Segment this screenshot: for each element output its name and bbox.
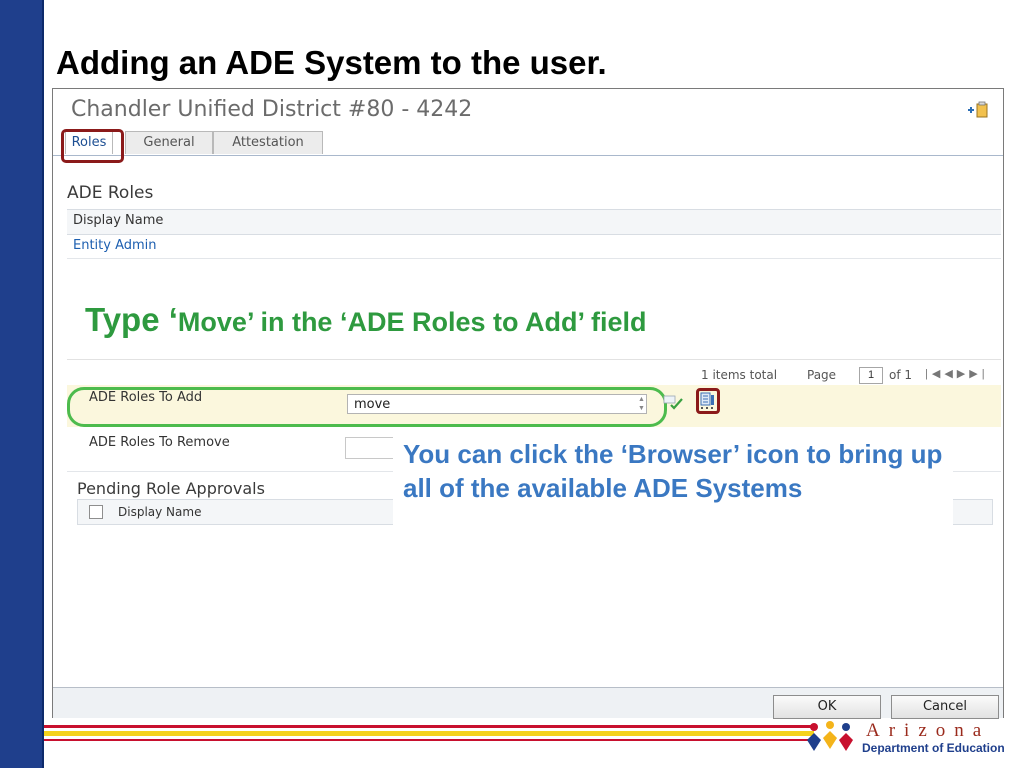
page-number-input[interactable]: 1: [859, 367, 883, 384]
roles-to-remove-label: ADE Roles To Remove: [89, 435, 230, 450]
pager-prev-icon[interactable]: ◀: [944, 368, 956, 380]
tab-general[interactable]: General: [125, 131, 213, 154]
pager-last-icon[interactable]: ▶|: [969, 368, 988, 380]
footer-stripe-red: [44, 725, 814, 728]
instruction-type-word: Type ‘: [85, 301, 178, 338]
table-row: Entity Admin: [67, 234, 1001, 259]
window-title: Chandler Unified District #80 - 4242: [71, 97, 473, 122]
tab-attestation[interactable]: Attestation: [213, 131, 323, 154]
arizona-logo-icon: [807, 721, 853, 751]
instruction-rest: Move’ in the ‘ADE Roles to Add’ field: [177, 307, 647, 337]
roles-to-add-highlight: [67, 387, 667, 427]
footer-stripe-yellow: [44, 731, 814, 736]
pager-nav-icons[interactable]: |◀◀▶▶|: [925, 367, 989, 380]
page-of-label: of 1: [889, 368, 913, 382]
pending-display-name-column-header[interactable]: Display Name: [118, 505, 201, 519]
items-total: 1 items total: [701, 368, 778, 382]
add-item-icon[interactable]: [967, 101, 989, 119]
browser-icon[interactable]: [696, 388, 720, 414]
callout-text: You can click the ‘Browser’ icon to brin…: [403, 439, 943, 503]
pager-next-icon[interactable]: ▶: [957, 368, 969, 380]
pager: 1 items total Page 1 of 1 |◀◀▶▶|: [67, 359, 1001, 386]
ade-roles-grid-header: Display Name: [67, 209, 1001, 235]
instruction-text: Type ‘Move’ in the ‘ADE Roles to Add’ fi…: [85, 301, 646, 339]
footer-stripe-red-lower: [44, 739, 814, 741]
check-icon[interactable]: [663, 393, 685, 411]
roles-to-remove-input[interactable]: [345, 437, 399, 459]
user-dialog-window: Chandler Unified District #80 - 4242 Rol…: [52, 88, 1004, 719]
slide-title: Adding an ADE System to the user.: [56, 44, 607, 81]
ok-button[interactable]: OK: [773, 695, 881, 719]
pending-approvals-heading: Pending Role Approvals: [77, 479, 265, 498]
logo-arizona-text: Arizona: [866, 720, 991, 741]
left-accent-bar: [0, 0, 44, 768]
role-link-entity-admin[interactable]: Entity Admin: [73, 238, 157, 253]
pager-first-icon[interactable]: |◀: [925, 368, 944, 380]
select-all-checkbox[interactable]: [89, 505, 103, 519]
ade-roles-heading: ADE Roles: [67, 183, 154, 203]
page-label: Page: [807, 368, 837, 382]
display-name-column-header[interactable]: Display Name: [73, 213, 163, 228]
cancel-button[interactable]: Cancel: [891, 695, 999, 719]
roles-tab-highlight: [61, 129, 124, 163]
logo-department-text: Department of Education: [862, 741, 1005, 755]
